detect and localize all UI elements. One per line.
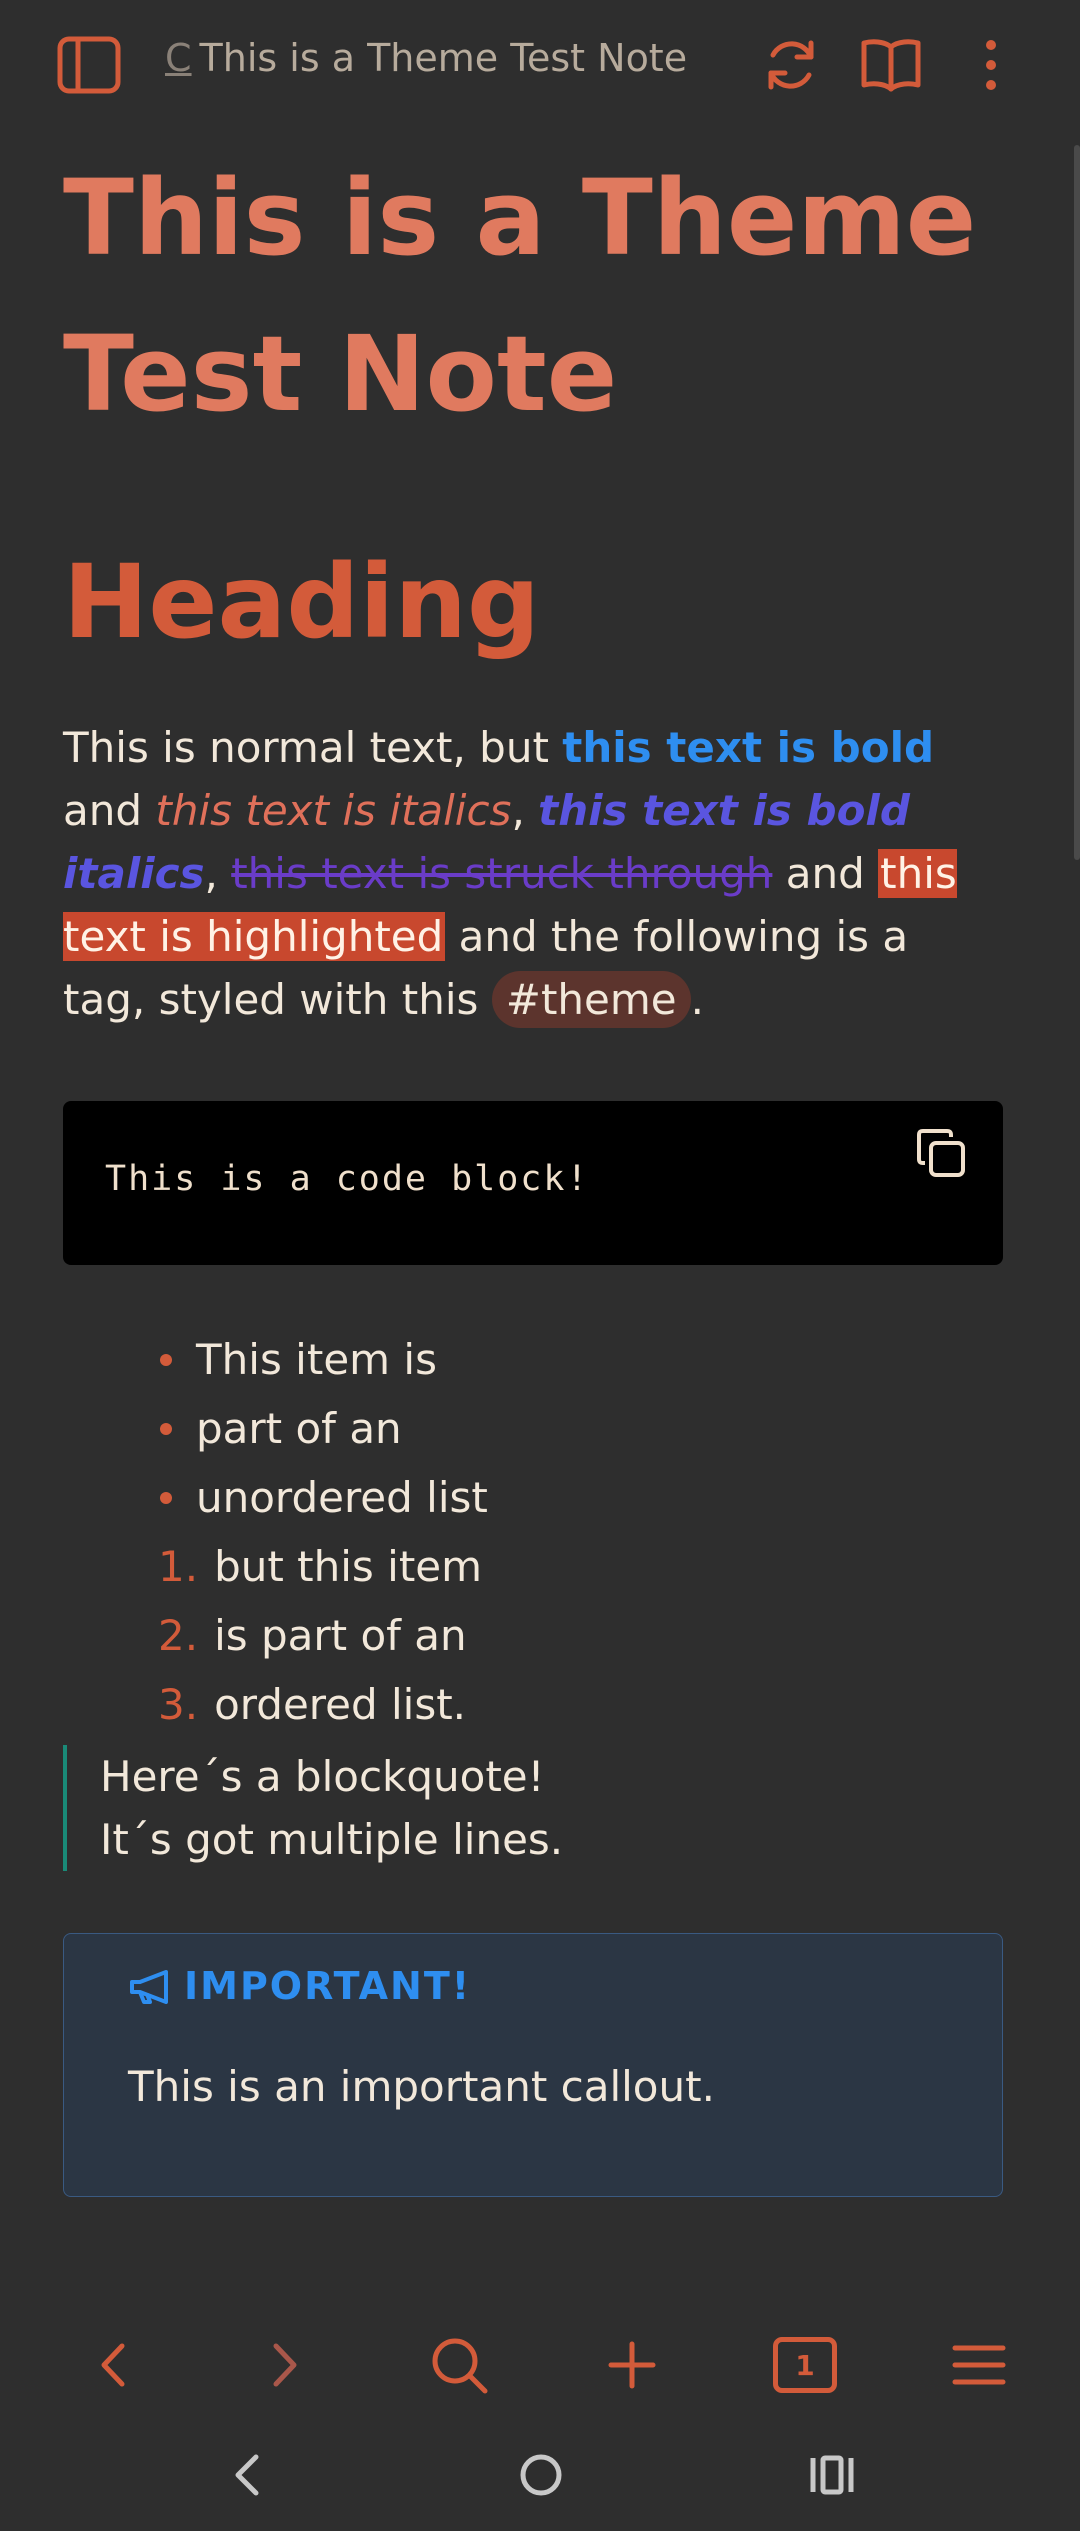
system-nav-bar bbox=[0, 2420, 1080, 2531]
system-home-icon[interactable] bbox=[506, 2440, 576, 2510]
list-item-text: This item is bbox=[196, 1335, 437, 1384]
normal-text: , bbox=[511, 786, 539, 835]
code-block: This is a code block! bbox=[63, 1101, 1003, 1265]
bullet-icon bbox=[160, 1491, 172, 1504]
forward-arrow-icon[interactable] bbox=[250, 2330, 320, 2400]
blockquote-line: Here´s a blockquote! bbox=[100, 1752, 545, 1801]
back-arrow-icon[interactable] bbox=[78, 2330, 148, 2400]
list-item-text: unordered list bbox=[196, 1473, 488, 1522]
list-number: 3. bbox=[158, 1680, 199, 1729]
list-number: 2. bbox=[158, 1611, 199, 1660]
italic-text: this text is italics bbox=[155, 786, 512, 835]
callout-title: IMPORTANT! bbox=[128, 1964, 471, 2008]
list-item-text: is part of an bbox=[214, 1611, 467, 1660]
list-item-text: ordered list. bbox=[214, 1680, 467, 1729]
normal-text: This is normal text, but bbox=[63, 723, 563, 772]
tabs-button[interactable]: 1 bbox=[770, 2330, 840, 2400]
heading: Heading bbox=[63, 543, 540, 662]
cursor-char: C bbox=[165, 36, 192, 80]
normal-text: and bbox=[772, 849, 879, 898]
list: This item is part of an unordered list 1… bbox=[63, 1325, 1003, 1739]
list-item: unordered list bbox=[63, 1463, 1003, 1532]
theme-tag[interactable]: #theme bbox=[491, 971, 691, 1028]
tabs-icon: 1 bbox=[773, 2337, 837, 2393]
list-number: 1. bbox=[158, 1542, 199, 1591]
system-back-icon[interactable] bbox=[212, 2440, 282, 2510]
normal-text: , bbox=[204, 849, 232, 898]
struck-text: this text is struck through bbox=[231, 849, 773, 898]
list-item: part of an bbox=[63, 1394, 1003, 1463]
scrollbar[interactable] bbox=[1074, 145, 1080, 860]
document-title-text: This is a Theme Test Note bbox=[199, 36, 688, 80]
list-item: 3. ordered list. bbox=[63, 1670, 1003, 1739]
system-recents-icon[interactable] bbox=[797, 2440, 867, 2510]
list-item: This item is bbox=[63, 1325, 1003, 1394]
tab-count: 1 bbox=[795, 2348, 815, 2382]
important-callout: IMPORTANT! This is an important callout. bbox=[63, 1933, 1003, 2197]
normal-text: and bbox=[63, 786, 156, 835]
bold-text: this text is bold bbox=[562, 723, 935, 772]
list-item: 2. is part of an bbox=[63, 1601, 1003, 1670]
bottom-nav-bar: 1 bbox=[0, 2300, 1080, 2420]
reading-mode-book-icon[interactable] bbox=[856, 30, 926, 100]
sync-icon[interactable] bbox=[756, 30, 826, 100]
copy-icon[interactable] bbox=[915, 1127, 967, 1179]
normal-text: . bbox=[690, 975, 704, 1024]
megaphone-icon bbox=[130, 1970, 168, 2004]
menu-icon[interactable] bbox=[944, 2330, 1014, 2400]
blockquote: Here´s a blockquote! It´s got multiple l… bbox=[63, 1745, 1003, 1871]
note-title: This is a Theme Test Note bbox=[63, 157, 977, 435]
bullet-icon bbox=[160, 1353, 172, 1366]
callout-title-text: IMPORTANT! bbox=[184, 1964, 472, 2008]
new-note-plus-icon[interactable] bbox=[597, 2330, 667, 2400]
list-item-text: part of an bbox=[196, 1404, 402, 1453]
more-options-icon[interactable] bbox=[956, 30, 1026, 100]
top-app-bar: C This is a Theme Test Note bbox=[0, 0, 1080, 130]
blockquote-line: It´s got multiple lines. bbox=[100, 1815, 564, 1864]
formatted-paragraph: This is normal text, but this text is bo… bbox=[63, 716, 1003, 1031]
list-item: 1. but this item bbox=[63, 1532, 1003, 1601]
search-icon[interactable] bbox=[424, 2330, 494, 2400]
callout-body: This is an important callout. bbox=[128, 2062, 715, 2111]
list-item-text: but this item bbox=[214, 1542, 483, 1591]
sidebar-toggle-icon[interactable] bbox=[54, 30, 124, 100]
code-text: This is a code block! bbox=[105, 1159, 590, 1199]
document-title-field[interactable]: C This is a Theme Test Note bbox=[165, 36, 687, 80]
bullet-icon bbox=[160, 1422, 172, 1435]
note-content: This is a Theme Test Note Heading This i… bbox=[63, 130, 1003, 2197]
